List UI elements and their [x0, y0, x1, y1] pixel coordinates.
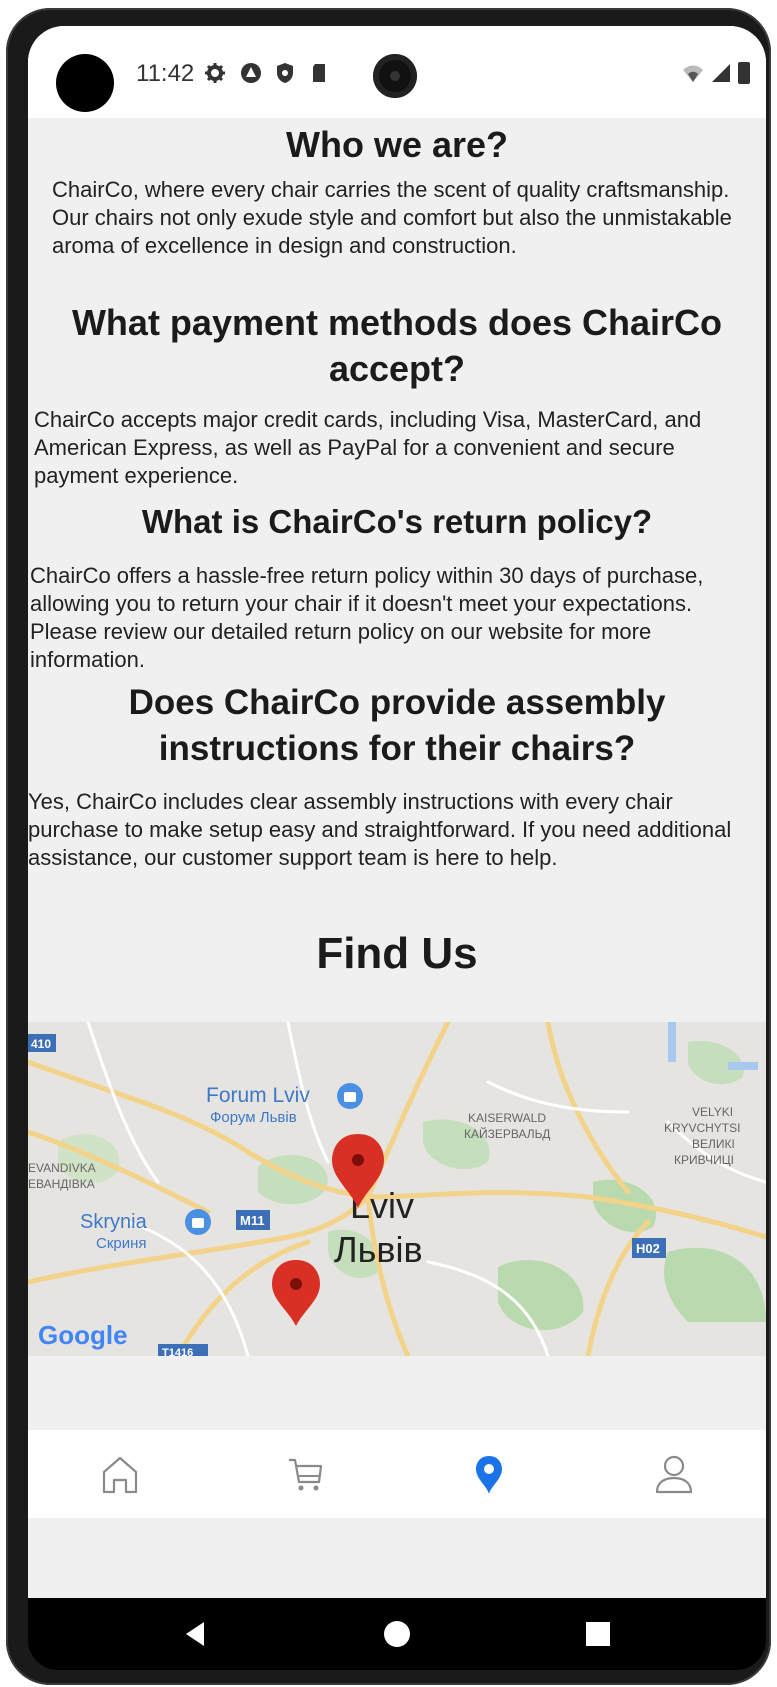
- status-right-icons: [682, 62, 750, 84]
- faq-question: What payment methods does ChairCo accept…: [71, 302, 723, 389]
- map-view[interactable]: 410 M11 H02 T1416 Forum Lviv Форум Львів…: [28, 1022, 766, 1356]
- faq-item: Does ChairCo provide assembly instructio…: [28, 680, 766, 772]
- map-label: ВЕЛИКІ: [692, 1137, 735, 1151]
- status-time: 11:42: [136, 60, 195, 87]
- signal-icon: [712, 64, 730, 82]
- bottom-tab-bar: [28, 1430, 766, 1518]
- map-label: Forum Lviv: [206, 1084, 310, 1107]
- road-label: T1416: [162, 1347, 193, 1356]
- gear-icon: [204, 62, 226, 84]
- faq-question: Who we are?: [285, 124, 509, 165]
- faq-answer: Yes, ChairCo includes clear assembly ins…: [28, 789, 732, 870]
- faq-answer-block: Yes, ChairCo includes clear assembly ins…: [28, 788, 764, 872]
- faq-question: What is ChairCo's return policy?: [141, 503, 653, 540]
- faq-answer: ChairCo, where every chair carries the s…: [52, 177, 732, 258]
- back-icon[interactable]: [182, 1620, 210, 1648]
- map-label: Форум Львів: [210, 1109, 297, 1126]
- sd-card-icon: [308, 62, 330, 84]
- map-label: ЕВАНДІВКА: [28, 1177, 95, 1191]
- camera-cutout: [56, 54, 114, 112]
- wifi-icon: [683, 65, 703, 82]
- front-camera: [373, 54, 417, 98]
- map-city-label-ua: Львів: [334, 1229, 423, 1270]
- find-us-title: Find Us: [316, 929, 478, 978]
- assistant-icon: [240, 62, 262, 84]
- faq-answer: ChairCo accepts major credit cards, incl…: [34, 407, 702, 488]
- tab-location[interactable]: [459, 1444, 519, 1504]
- recents-icon[interactable]: [584, 1620, 612, 1648]
- road-label: 410: [31, 1037, 51, 1051]
- faq-item: What payment methods does ChairCo accept…: [28, 300, 766, 392]
- map-label: EVANDIVKA: [28, 1161, 96, 1175]
- location-pin-icon: [476, 1456, 503, 1494]
- faq-answer-block: ChairCo accepts major credit cards, incl…: [34, 406, 760, 490]
- road-label: H02: [636, 1241, 660, 1256]
- map-label: КРИВЧИЦІ: [674, 1153, 734, 1167]
- faq-question: Does ChairCo provide assembly instructio…: [128, 683, 666, 768]
- home-button-icon[interactable]: [383, 1620, 411, 1648]
- faq-answer-block: ChairCo offers a hassle-free return poli…: [30, 562, 762, 674]
- home-icon: [103, 1456, 138, 1494]
- google-logo: Google: [38, 1320, 128, 1350]
- tab-cart[interactable]: [275, 1444, 335, 1504]
- faq-item: What is ChairCo's return policy?: [28, 500, 766, 544]
- tab-profile[interactable]: [644, 1444, 704, 1504]
- map-label: КАЙЗЕРВАЛЬД: [464, 1126, 550, 1141]
- app-screen: 11:42 Who we are? ChairCo, where every c…: [28, 26, 766, 1598]
- user-icon: [655, 1455, 692, 1494]
- find-us-section: Find Us: [28, 926, 766, 982]
- battery-icon: [738, 62, 750, 84]
- tab-home[interactable]: [90, 1444, 150, 1504]
- map-label: Skrynia: [80, 1211, 148, 1233]
- map-label: KAISERWALD: [468, 1111, 546, 1125]
- map-label: Скриня: [96, 1235, 147, 1252]
- location-pin-icon: [272, 1260, 320, 1326]
- faq-answer: ChairCo offers a hassle-free return poli…: [30, 563, 704, 672]
- faq-item: Who we are?: [28, 124, 766, 166]
- shield-icon: [274, 62, 296, 84]
- cart-icon: [288, 1458, 322, 1491]
- map-canvas[interactable]: 410 M11 H02 T1416 Forum Lviv Форум Львів…: [28, 1022, 766, 1356]
- map-label: VELYKI: [692, 1105, 733, 1119]
- faq-answer-block: ChairCo, where every chair carries the s…: [52, 176, 732, 260]
- map-label: KRYVCHYTSI: [664, 1121, 740, 1135]
- status-bar: 11:42: [28, 26, 766, 118]
- road-label: M11: [240, 1213, 265, 1228]
- system-nav-bar: [28, 1598, 766, 1670]
